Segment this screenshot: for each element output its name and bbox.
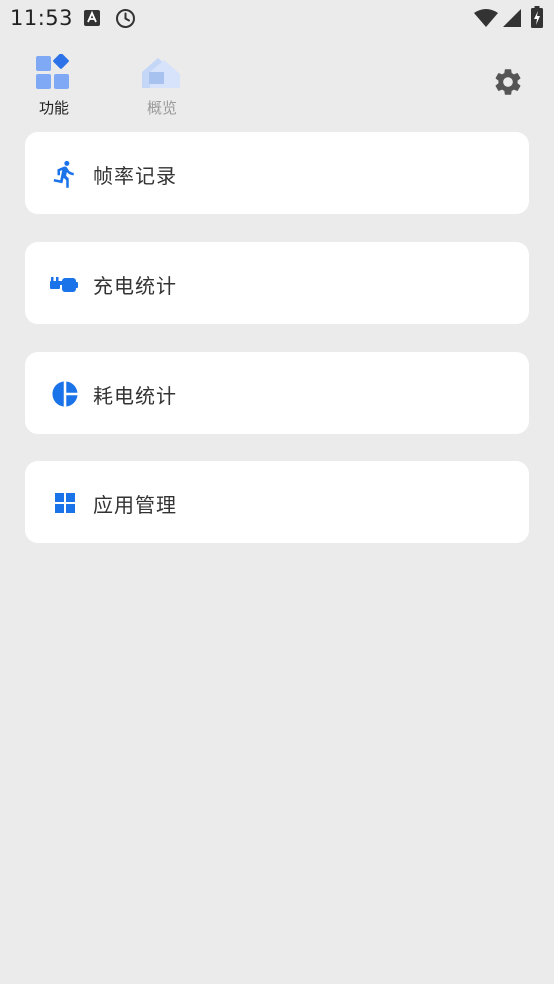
menu-card-label: 充电统计 [93, 274, 177, 298]
tab-overview-label: 概览 [146, 99, 177, 117]
charging-plug-icon [50, 269, 80, 299]
menu-card-label: 耗电统计 [93, 384, 177, 408]
status-bar: 11:53 [0, 0, 554, 36]
menu-card-power-usage[interactable]: 耗电统计 [25, 352, 529, 434]
pie-chart-icon [50, 379, 80, 409]
clock-icon [115, 8, 136, 33]
menu-card-charging[interactable]: 充电统计 [25, 242, 529, 324]
menu-card-label: 帧率记录 [93, 164, 177, 188]
running-person-icon [50, 159, 80, 189]
top-tabs: 功能 概览 [0, 50, 554, 120]
tab-overview[interactable]: 概览 [127, 50, 197, 120]
status-time: 11:53 [10, 6, 74, 30]
app-grid-icon [50, 488, 80, 518]
keyboard-a-icon [84, 10, 100, 30]
tab-features[interactable]: 功能 [19, 50, 89, 120]
menu-card-label: 应用管理 [93, 493, 177, 517]
wifi-icon [474, 9, 498, 31]
overview-house-icon [142, 58, 180, 88]
menu-card-app-management[interactable]: 应用管理 [25, 461, 529, 543]
menu-card-frame-rate[interactable]: 帧率记录 [25, 132, 529, 214]
features-grid-icon [36, 54, 69, 89]
battery-charging-icon [531, 6, 543, 32]
gear-icon [495, 69, 521, 95]
settings-button[interactable] [492, 66, 524, 98]
tab-features-label: 功能 [38, 99, 69, 117]
signal-icon [503, 9, 521, 31]
